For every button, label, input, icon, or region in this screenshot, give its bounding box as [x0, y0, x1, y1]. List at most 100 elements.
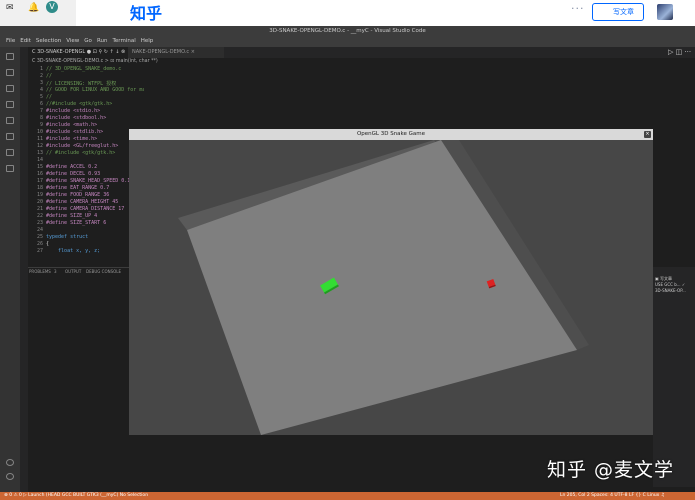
- menu-item-help[interactable]: Help: [141, 38, 154, 44]
- menu-item-run[interactable]: Run: [97, 38, 108, 44]
- line-number: 1: [39, 66, 43, 72]
- extensions-icon[interactable]: [6, 117, 14, 124]
- window-title: 3D-SNAKE-OPENGL-DEMO.c - __myC - Visual …: [0, 26, 695, 36]
- line-number: 17: [36, 178, 43, 184]
- line-number-gutter: 1 2 3 4 5 6 7 8 9 10 11 12 13 14 15 16 17 18 19 20 21 22 23 24 2…: [28, 66, 44, 274]
- line-number: 27: [36, 248, 43, 254]
- line-number: 25: [36, 234, 43, 240]
- search-icon[interactable]: [6, 69, 14, 76]
- code-line: // GOOD FOR LINUX AND GOOD for macOS: [46, 87, 144, 93]
- line-number: 4: [39, 87, 43, 93]
- code-line: float x, y, z;: [46, 248, 101, 254]
- line-number: 23: [36, 220, 43, 226]
- line-number: 7: [39, 108, 43, 114]
- game-window-title: OpenGL 3D Snake Game: [129, 129, 653, 140]
- remote-explorer-icon[interactable]: [6, 133, 14, 140]
- more-icon[interactable]: ···: [571, 2, 585, 15]
- tab-debug-console[interactable]: DEBUG CONSOLE: [86, 269, 121, 274]
- line-number: 15: [36, 164, 43, 170]
- code-line: #include <stdio.h>: [46, 108, 101, 114]
- editor-tabs: C 3D-SNAKE-OPENGL ● ⊡ ⚲ ↻ ↑ ↓ ⊗ ... NAKE…: [28, 47, 695, 66]
- line-number: 6: [39, 101, 43, 107]
- activity-bar: [0, 47, 20, 492]
- code-line: #define EAT_RANGE 0.7: [46, 185, 110, 191]
- zhihu-watermark: 知乎 @麦文学: [547, 459, 675, 481]
- avatar[interactable]: V: [46, 1, 58, 13]
- terminal-list: ▣ 写文章 USE GCC b... ✓ 3D-SNAKE-OP...: [653, 267, 695, 487]
- code-line: #include <time.h>: [46, 136, 98, 142]
- run-debug-icon[interactable]: [6, 101, 14, 108]
- source-control-icon[interactable]: [6, 85, 14, 92]
- code-line: #include <math.h>: [46, 122, 98, 128]
- terminal-item[interactable]: 3D-SNAKE-OP...: [655, 288, 686, 293]
- opengl-game-window[interactable]: OpenGL 3D Snake Game ×: [129, 129, 653, 435]
- panel-tabs: PROBLEMS 3 OUTPUT DEBUG CONSOLE: [28, 267, 129, 276]
- menu-item-go[interactable]: Go: [84, 38, 92, 44]
- code-line: #define SNAKE_HEAD_SPEED 0.17: [46, 178, 134, 184]
- code-line: #define DECEL 0.93: [46, 171, 101, 177]
- zhihu-header: [0, 0, 695, 26]
- line-number: 12: [36, 143, 43, 149]
- line-number: 21: [36, 206, 43, 212]
- code-line: //: [46, 73, 53, 79]
- tab-output[interactable]: OUTPUT: [65, 269, 81, 274]
- panel-body[interactable]: [28, 276, 129, 488]
- cmake-icon[interactable]: [6, 165, 14, 172]
- code-line: #include <stdbool.h>: [46, 115, 107, 121]
- status-right[interactable]: Ln 205, Col 2 Spaces: 4 UTF-8 LF {} C Li…: [560, 492, 665, 500]
- editor-actions[interactable]: ▷ ◫ ···: [668, 48, 691, 56]
- line-number: 5: [39, 94, 43, 100]
- zhihu-bell-icon[interactable]: 🔔: [28, 3, 39, 13]
- code-line: #include <stdlib.h>: [46, 129, 104, 135]
- line-number: 22: [36, 213, 43, 219]
- tab-problems[interactable]: PROBLEMS: [29, 269, 51, 274]
- code-line: #define CAMERA_HEIGHT 45: [46, 199, 119, 205]
- explorer-icon[interactable]: [6, 53, 14, 60]
- code-line: #define FOOD_RANGE 36: [46, 192, 110, 198]
- code-line: // LICENSING: WTFPL 授权: [46, 81, 117, 87]
- menu-item-terminal[interactable]: Terminal: [112, 38, 135, 44]
- code-line: #define ACCEL 0.2: [46, 164, 98, 170]
- write-article-button[interactable]: 写文章: [592, 3, 644, 21]
- menu-item-edit[interactable]: Edit: [20, 38, 31, 44]
- status-bar: ⊗ 0 ⚠ 0 ▷ Launch (HEAD GCC BUILT GTK3 (_…: [0, 492, 695, 500]
- sidebar: [20, 47, 28, 492]
- terminal-item[interactable]: USE GCC b... ✓: [655, 282, 685, 287]
- line-number: 10: [36, 129, 43, 135]
- line-number: 18: [36, 185, 43, 191]
- account-icon[interactable]: [6, 459, 14, 466]
- line-number: 24: [36, 227, 43, 233]
- menu-item-selection[interactable]: Selection: [36, 38, 61, 44]
- testing-icon[interactable]: [6, 149, 14, 156]
- zhihu-messages-icon[interactable]: ✉: [6, 3, 14, 13]
- code-line: //#include <gtk/gtk.h>: [46, 101, 113, 107]
- line-number: 8: [39, 115, 43, 121]
- status-left[interactable]: ⊗ 0 ⚠ 0 ▷ Launch (HEAD GCC BUILT GTK3 (_…: [4, 492, 148, 500]
- line-number: 3: [39, 80, 43, 86]
- user-avatar[interactable]: [657, 4, 673, 20]
- problems-count-badge: 3: [54, 269, 57, 274]
- code-line: // 3D_OPENGL_SNAKE_demo.c: [46, 66, 122, 72]
- line-number: 20: [36, 199, 43, 205]
- menu-item-view[interactable]: View: [66, 38, 79, 44]
- tab-demo-file[interactable]: NAKE-OPENGL-DEMO.c ×: [128, 47, 224, 58]
- tab-active[interactable]: C 3D-SNAKE-OPENGL ● ⊡ ⚲ ↻ ↑ ↓ ⊗ ...: [28, 47, 128, 66]
- line-number: 14: [36, 157, 43, 163]
- code-line: #define SIZE_UP 4: [46, 213, 98, 219]
- line-number: 26: [36, 241, 43, 247]
- code-line: // #include <gtk/gtk.h>: [46, 150, 116, 156]
- zhihu-logo[interactable]: 知乎: [130, 0, 162, 24]
- menu-item-file[interactable]: File: [6, 38, 15, 44]
- gear-icon[interactable]: [6, 473, 14, 480]
- code-line: typedef struct: [46, 234, 89, 240]
- close-button[interactable]: ×: [644, 131, 651, 138]
- line-number: 13: [36, 150, 43, 156]
- breadcrumb[interactable]: C 3D-SNAKE-OPENGL-DEMO.c > ⊡ main(int, c…: [28, 58, 695, 66]
- line-number: 16: [36, 171, 43, 177]
- game-scene[interactable]: [129, 140, 653, 435]
- line-number: 19: [36, 192, 43, 198]
- code-line: #include <GL/freeglut.h>: [46, 143, 119, 149]
- code-line: #define CAMERA_DISTANCE 17: [46, 206, 125, 212]
- line-number: 11: [36, 136, 43, 142]
- code-line: {: [46, 241, 50, 247]
